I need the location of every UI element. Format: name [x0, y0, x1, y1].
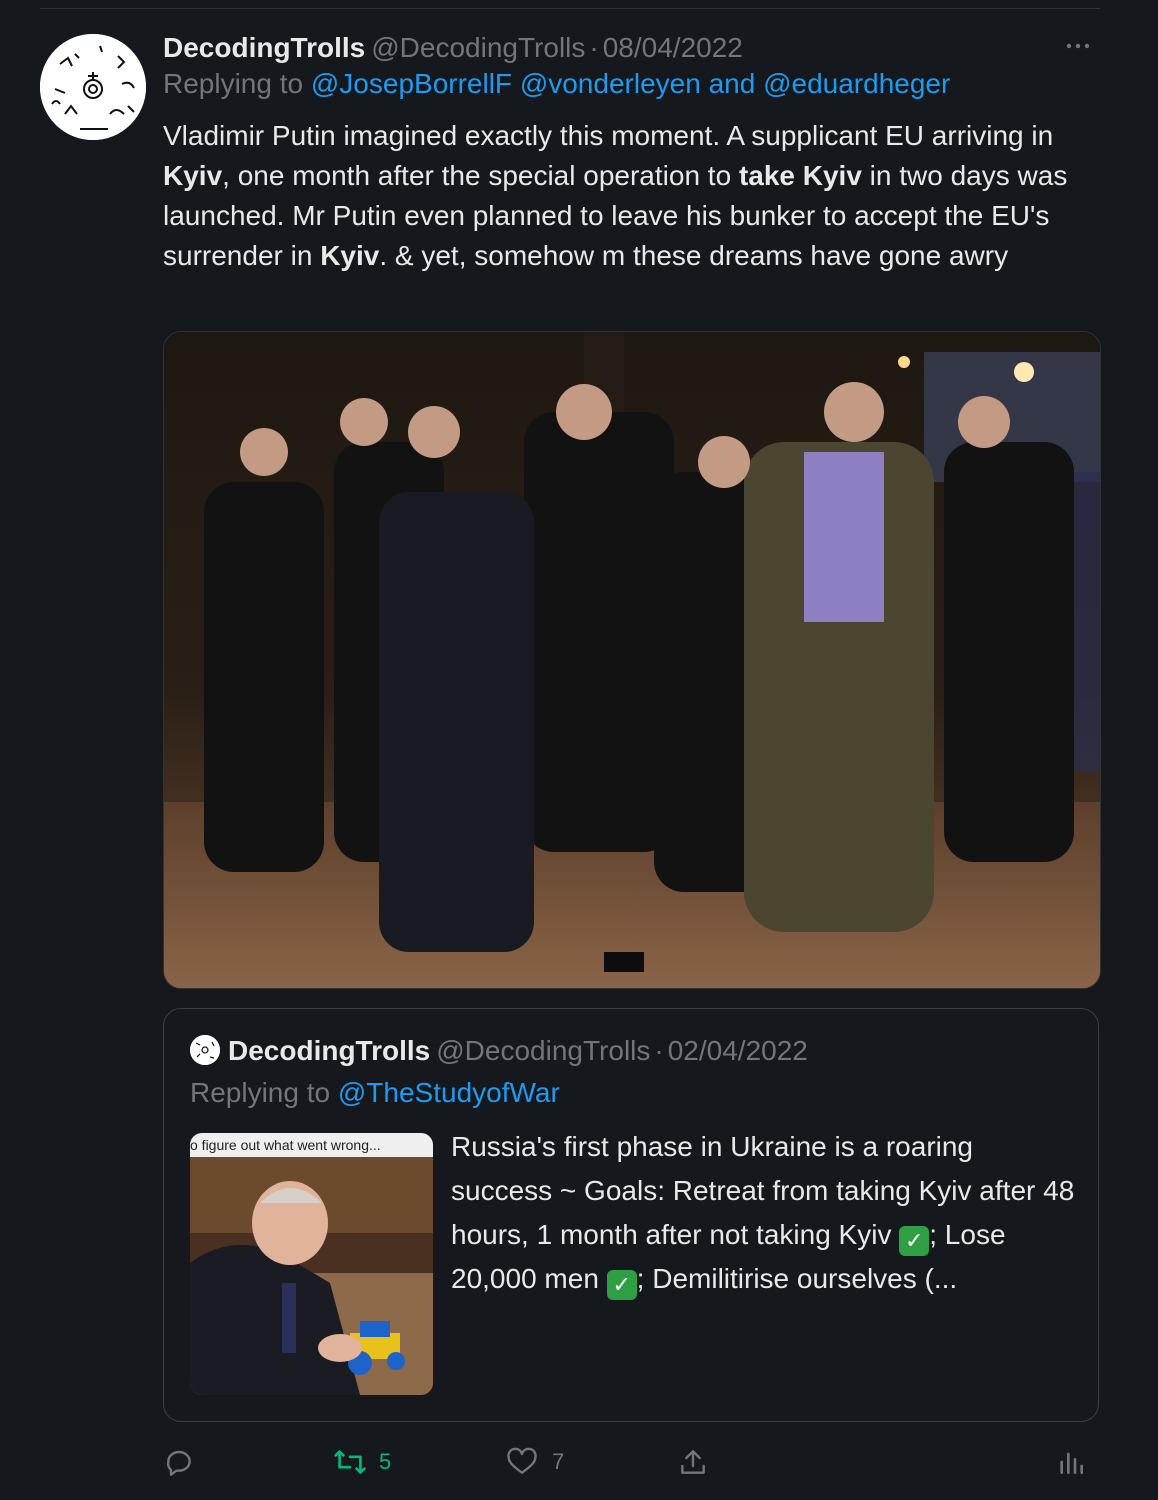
quote-replying-label: Replying to [190, 1077, 338, 1108]
analytics-icon[interactable] [1055, 1446, 1087, 1478]
thumbnail-caption: o figure out what went wrong... [190, 1133, 433, 1157]
quoted-tweet[interactable]: DecodingTrolls @DecodingTrolls · 02/04/2… [163, 1008, 1099, 1422]
share-action[interactable] [677, 1440, 709, 1484]
reply-action[interactable] [163, 1440, 195, 1484]
putin-toy-tractor-image [190, 1133, 433, 1395]
replying-to-label: Replying to [163, 68, 311, 99]
retweet-icon[interactable] [333, 1446, 367, 1478]
share-icon[interactable] [677, 1446, 709, 1478]
quote-reply-user-link[interactable]: @TheStudyofWar [338, 1077, 560, 1108]
check-mark-icon: ✓ [899, 1226, 930, 1256]
quote-replying-to-line: Replying to @TheStudyofWar [190, 1077, 560, 1109]
display-name[interactable]: DecodingTrolls [163, 32, 365, 64]
doodle-avatar-image [40, 34, 146, 140]
reply-user-link[interactable]: @JosepBorrellF [311, 68, 512, 99]
reply-user-link[interactable]: @eduardheger [763, 68, 950, 99]
tweet-text-segment: , one month after the special operation … [222, 160, 739, 191]
more-options-icon[interactable] [1063, 34, 1093, 58]
quote-thumbnail[interactable]: o figure out what went wrong... [190, 1133, 433, 1395]
heart-icon[interactable] [506, 1446, 538, 1478]
quote-handle[interactable]: @DecodingTrolls [436, 1035, 650, 1067]
tweet-text-segment: . & yet, somehow m these dreams have gon… [379, 240, 1009, 271]
avatar[interactable] [40, 34, 146, 140]
retweet-count: 5 [379, 1449, 392, 1474]
quote-separator-dot: · [654, 1035, 664, 1066]
like-count: 7 [552, 1449, 565, 1474]
tweet-text-bold: Kyiv [163, 160, 223, 191]
check-mark-icon: ✓ [606, 1270, 637, 1300]
tweet-text: Vladimir Putin imagined exactly this mom… [163, 116, 1103, 276]
tweet-photo[interactable] [163, 331, 1101, 989]
reply-and-text: and [700, 68, 764, 99]
like-action[interactable]: 7 [506, 1440, 564, 1484]
tweet-header: DecodingTrolls @DecodingTrolls · 08/04/2… [163, 28, 1093, 68]
analytics-action[interactable] [1055, 1440, 1087, 1484]
tweet-text-bold: Kyiv [320, 240, 380, 271]
quote-date[interactable]: 02/04/2022 [668, 1035, 808, 1067]
handle[interactable]: @DecodingTrolls [371, 32, 585, 64]
top-divider [40, 8, 1100, 9]
group-walking-photo [164, 332, 1100, 988]
separator-dot: · [589, 32, 599, 63]
quote-header: DecodingTrolls @DecodingTrolls · 02/04/2… [228, 1031, 808, 1071]
tweet-text-segment: Vladimir Putin imagined exactly this mom… [163, 120, 1054, 151]
quote-text-segment: ; Demilitirise ourselves (... [636, 1263, 958, 1294]
doodle-avatar-small [190, 1035, 220, 1065]
quote-display-name[interactable]: DecodingTrolls [228, 1035, 430, 1067]
quote-text: Russia's first phase in Ukraine is a roa… [451, 1125, 1076, 1301]
action-bar: 5 7 [163, 1440, 1099, 1484]
reply-icon[interactable] [163, 1446, 195, 1478]
tweet-text-bold: take Kyiv [738, 160, 862, 191]
tweet-date[interactable]: 08/04/2022 [603, 32, 743, 64]
retweet-action[interactable]: 5 [333, 1440, 391, 1484]
reply-user-link[interactable]: @vonderleyen [520, 68, 701, 99]
quote-avatar[interactable] [190, 1035, 220, 1065]
replying-to-line: Replying to @JosepBorrellF @vonderleyen … [163, 68, 950, 100]
